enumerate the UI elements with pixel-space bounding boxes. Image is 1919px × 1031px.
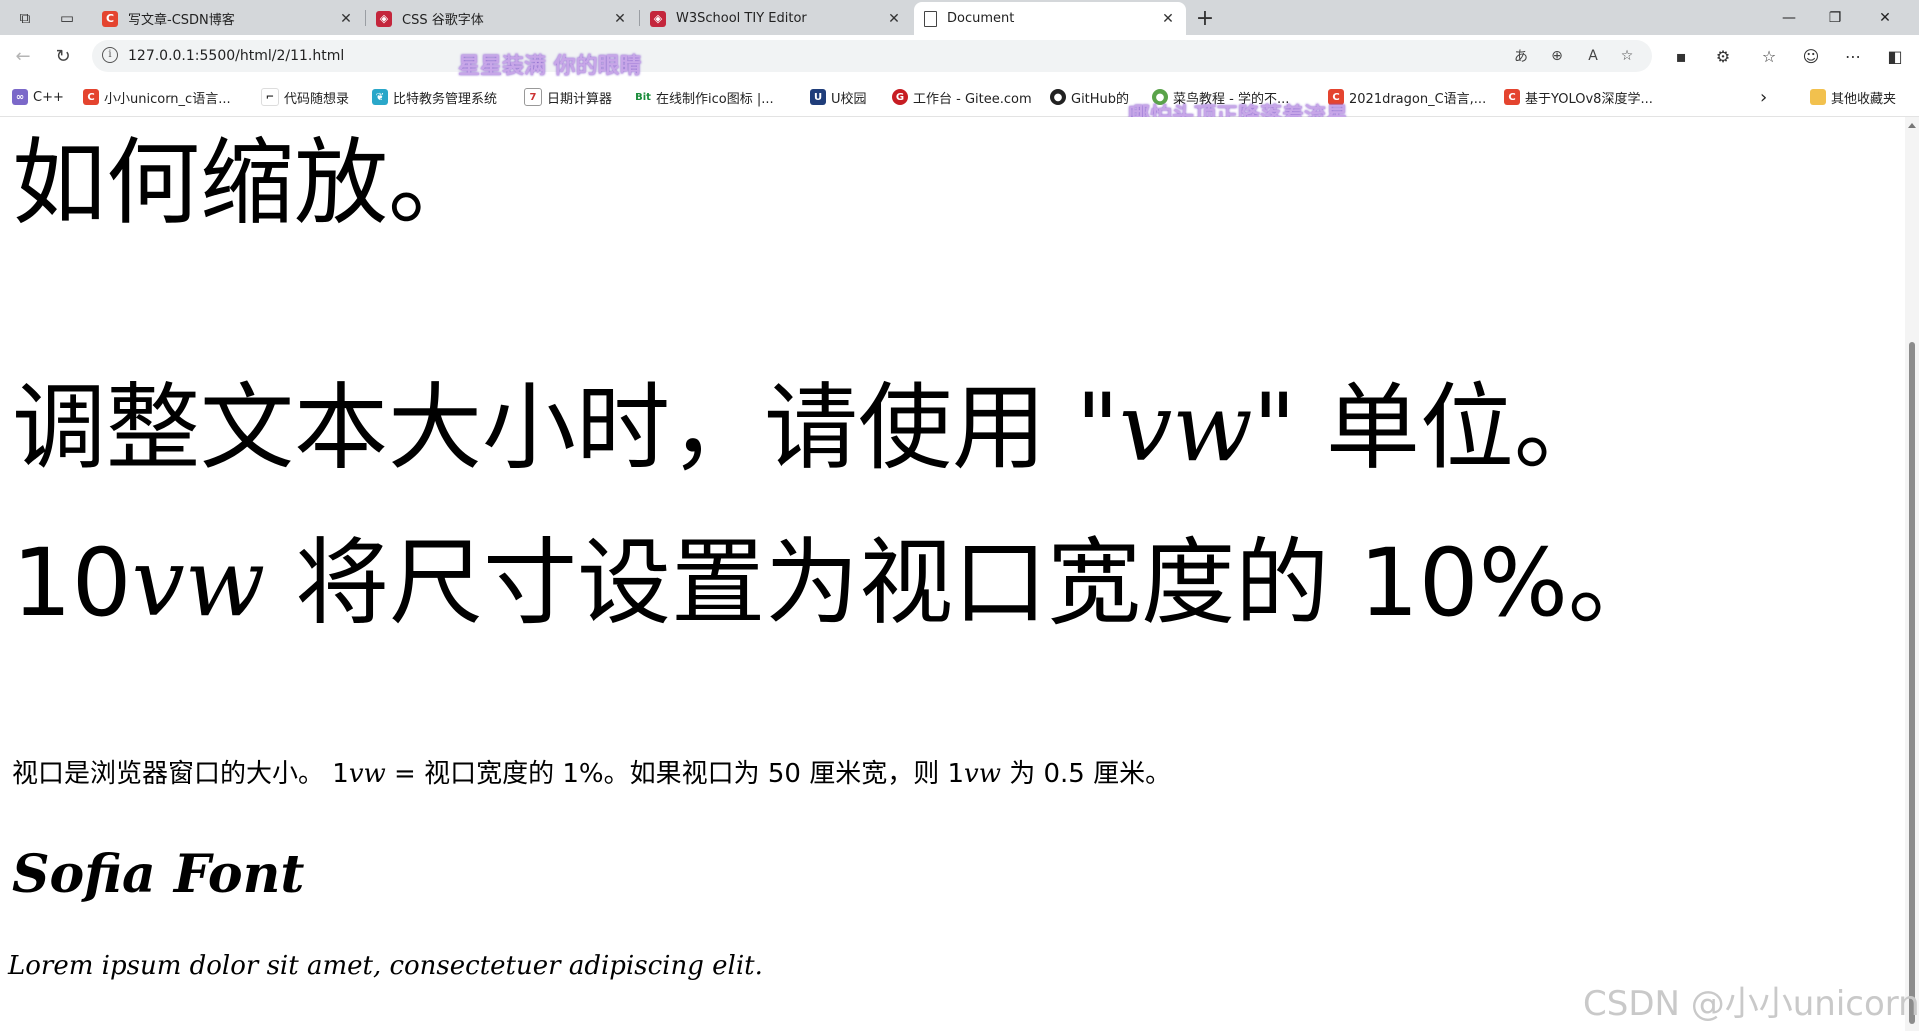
vertical-scrollbar[interactable]	[1905, 117, 1919, 1031]
close-window-button[interactable]: ✕	[1862, 0, 1908, 35]
address-bar[interactable]: i 127.0.0.1:5500/html/2/11.html あ ⊕ A ☆	[92, 40, 1652, 72]
viewport-explanation: 视口是浏览器窗口的大小。 1vw = 视口宽度的 1%。如果视口为 50 厘米宽…	[12, 757, 1171, 791]
w3school-icon: ◈	[376, 10, 392, 27]
bookmark-label: 2021dragon_C语言,...	[1349, 91, 1487, 107]
tab-title: CSS 谷歌字体	[402, 13, 484, 28]
bookmark-u-campus[interactable]: U U校园	[810, 87, 867, 107]
sofia-font-sample: Lorem ipsum dolor sit amet, consectetuer…	[8, 951, 763, 981]
bookmark-label: 代码随想录	[284, 91, 350, 107]
favorites-icon[interactable]: ☆	[1756, 43, 1782, 69]
bookmark-label: 比特教务管理系统	[393, 91, 498, 107]
tab-title: 写文章-CSDN博客	[128, 13, 235, 28]
bookmark-label: C++	[33, 89, 64, 105]
tab-csdn[interactable]: C 写文章-CSDN博客 ✕	[92, 2, 364, 35]
back-button[interactable]: ←	[10, 43, 36, 69]
read-aloud-icon[interactable]: A	[1582, 45, 1604, 67]
code-icon: ⌐	[261, 88, 279, 106]
url-text[interactable]: 127.0.0.1:5500/html/2/11.html	[128, 40, 344, 72]
csdn-icon: C	[1504, 89, 1520, 105]
tab-title: Document	[947, 11, 1015, 26]
overlay-lyric-line1: 星星装满 你的眼睛	[458, 54, 642, 79]
u-icon: U	[810, 89, 826, 105]
bookmark-github[interactable]: ● GitHub的	[1050, 87, 1129, 107]
text-segment: " 单位。	[1252, 374, 1608, 483]
unit-vw-text: vw	[131, 529, 266, 638]
bookmark-cpp[interactable]: ∞ C++	[12, 87, 64, 107]
bookmark-ico-maker[interactable]: Bit 在线制作ico图标 |...	[635, 87, 774, 107]
bookmark-label: 日期计算器	[547, 91, 613, 107]
number-text: 10	[12, 529, 132, 638]
site-info-icon[interactable]: i	[102, 47, 118, 63]
text-segment: 为 0.5 厘米。	[1000, 759, 1172, 789]
bookmark-csdn-unicorn[interactable]: C 小小unicorn_c语言...	[83, 87, 231, 107]
bookmark-label: U校园	[831, 91, 867, 107]
vs-icon: ∞	[12, 89, 28, 105]
sidebar-toggle-icon[interactable]: ◧	[1882, 43, 1908, 69]
minimize-button[interactable]: —	[1766, 0, 1812, 35]
folder-icon	[1810, 89, 1826, 105]
tab-w3school-tiy[interactable]: ◈ W3School TIY Editor ✕	[640, 2, 912, 35]
bookmark-bit-edu[interactable]: ❦ 比特教务管理系统	[372, 87, 497, 107]
tab-document[interactable]: Document ✕	[914, 2, 1186, 35]
tab-strip: ⧉ ▭ C 写文章-CSDN博客 ✕ ◈ CSS 谷歌字体 ✕ ◈ W3Scho…	[0, 0, 1919, 35]
bookmark-label: GitHub的	[1071, 91, 1130, 107]
bookmark-label: 其他收藏夹	[1831, 91, 1897, 107]
unit-vw-text: vw	[964, 759, 1001, 789]
more-menu-icon[interactable]: ⋯	[1840, 43, 1866, 69]
document-icon	[924, 10, 937, 27]
bookmarks-more-chevron-icon[interactable]: ›	[1760, 87, 1767, 108]
close-icon[interactable]: ✕	[1160, 11, 1176, 27]
bookmark-date-calc[interactable]: 7 日期计算器	[524, 87, 612, 107]
zoom-icon[interactable]: ⊕	[1546, 45, 1568, 67]
text-segment: = 视口宽度的 1%。如果视口为 50 厘米宽，则 1	[385, 759, 965, 789]
sofia-font-heading: Sofia Font	[12, 844, 305, 905]
tab-title: W3School TIY Editor	[676, 11, 807, 26]
csdn-icon: C	[83, 89, 99, 105]
bookmarks-bar: ∞ C++ C 小小unicorn_c语言... ⌐ 代码随想录 ❦ 比特教务管…	[0, 77, 1919, 117]
scroll-up-arrow-icon[interactable]	[1908, 123, 1916, 128]
calendar-icon: 7	[524, 88, 542, 106]
bookmark-label: 小小unicorn_c语言...	[104, 91, 231, 107]
close-icon[interactable]: ✕	[338, 11, 354, 27]
bookmark-yolov8[interactable]: C 基于YOLOv8深度学...	[1504, 87, 1653, 107]
page-viewport: 如何缩放。 调整文本大小时，请使用 "vw" 单位。 10vw 将尺寸设置为视口…	[0, 117, 1905, 1031]
gitee-icon: G	[892, 89, 908, 105]
scrollbar-thumb[interactable]	[1909, 342, 1915, 1024]
bookmark-label: 基于YOLOv8深度学...	[1525, 91, 1653, 107]
workspaces-icon[interactable]: ⧉	[12, 6, 38, 30]
bookmark-label: 工作台 - Gitee.com	[913, 91, 1032, 107]
extension-icon[interactable]: ▪	[1668, 43, 1694, 69]
new-tab-button[interactable]: +	[1192, 6, 1218, 31]
leaf-icon: ❦	[372, 89, 388, 105]
favorite-star-icon[interactable]: ☆	[1616, 45, 1638, 67]
unit-vw-text: vw	[348, 759, 386, 789]
github-icon: ●	[1050, 89, 1066, 105]
text-segment: 调整文本大小时，请使用 "	[12, 374, 1120, 483]
bookmark-gitee[interactable]: G 工作台 - Gitee.com	[892, 87, 1032, 107]
csdn-watermark: CSDN @小小unicorn	[1583, 984, 1919, 1024]
text-segment: 将尺寸设置为视口宽度的 10%。	[265, 529, 1662, 638]
translate-icon[interactable]: あ	[1510, 45, 1532, 67]
bookmark-label: 在线制作ico图标 |...	[656, 91, 774, 107]
tab-css-google-fonts[interactable]: ◈ CSS 谷歌字体 ✕	[366, 2, 638, 35]
unit-vw-text: vw	[1119, 374, 1253, 483]
close-icon[interactable]: ✕	[886, 11, 902, 27]
heading-line-10vw: 10vw 将尺寸设置为视口宽度的 10%。	[12, 529, 1662, 639]
close-icon[interactable]: ✕	[612, 11, 628, 27]
text-segment: 视口是浏览器窗口的大小。 1	[12, 759, 349, 789]
tab-actions-icon[interactable]: ▭	[54, 6, 80, 30]
refresh-button[interactable]: ↻	[50, 43, 76, 69]
heading-line-vw-unit: 调整文本大小时，请使用 "vw" 单位。	[12, 374, 1608, 484]
other-bookmarks-folder[interactable]: 其他收藏夹	[1810, 87, 1896, 107]
w3school-icon: ◈	[650, 10, 666, 27]
bit-icon: Bit	[635, 89, 651, 105]
bookmark-dragon[interactable]: C 2021dragon_C语言,...	[1328, 87, 1486, 107]
bookmark-code-thoughts[interactable]: ⌐ 代码随想录	[261, 87, 349, 107]
extensions-puzzle-icon[interactable]: ⚙	[1710, 43, 1736, 69]
profile-avatar[interactable]: ☺	[1798, 43, 1824, 69]
restore-button[interactable]: ❐	[1812, 0, 1858, 35]
navigation-toolbar: ← ↻ i 127.0.0.1:5500/html/2/11.html あ ⊕ …	[0, 35, 1919, 77]
page-title: 如何缩放。	[12, 129, 483, 238]
csdn-icon: C	[102, 10, 118, 27]
